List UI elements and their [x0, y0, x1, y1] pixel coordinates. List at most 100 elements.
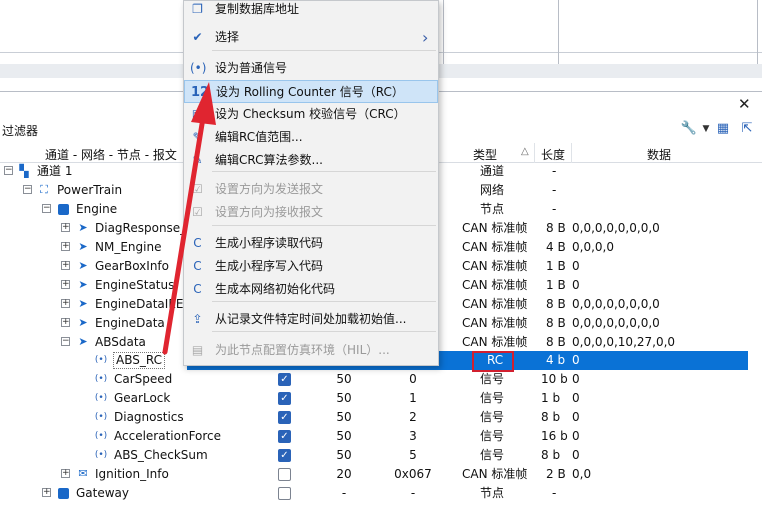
- expand-icon[interactable]: +: [61, 299, 70, 308]
- header-length[interactable]: 长度: [541, 146, 565, 163]
- length-cell: 8 b: [541, 448, 561, 462]
- type-cell: CAN 标准帧: [462, 278, 528, 292]
- tree-row-signal[interactable]: (•) Diagnostics ✓ 50 2 信号 8 b 0: [0, 408, 762, 427]
- type-cell: CAN 标准帧: [462, 259, 528, 273]
- menu-item[interactable]: ✎ 编辑RC值范围...: [184, 126, 438, 149]
- header-path[interactable]: 通道 - 网络 - 节点 - 报文: [45, 146, 177, 163]
- tree-row-signal[interactable]: (•) ABS_CheckSum ✓ 50 5 信号 8 b 0: [0, 446, 762, 465]
- signal-icon: (•): [94, 412, 108, 422]
- menu-item-label: 从记录文件特定时间处加载初始值...: [215, 312, 407, 326]
- wrench-icon[interactable]: 🔧: [680, 120, 698, 138]
- menu-item[interactable]: ✔ 选择 ›: [184, 26, 438, 49]
- menu-item-label: 设为 Rolling Counter 信号（RC）: [216, 85, 404, 99]
- close-icon[interactable]: ✕: [738, 96, 751, 112]
- tree-label: Gateway: [76, 486, 130, 500]
- type-cell: 信号: [480, 372, 505, 386]
- data-cell: 0,0,0,0,0,0,0,0: [572, 316, 660, 330]
- tree-label: GearBoxInfo: [95, 259, 169, 273]
- data-cell: 0,0,0,0,10,27,0,0: [572, 335, 676, 349]
- expand-icon[interactable]: +: [61, 469, 70, 478]
- header-separator[interactable]: [571, 143, 572, 163]
- menu-item[interactable]: ✎ 编辑CRC算法参数...: [184, 149, 438, 172]
- length-cell: -: [552, 202, 557, 216]
- menu-separator: [212, 50, 436, 51]
- enable-checkbox[interactable]: ✓: [278, 449, 291, 462]
- tree-label: AccelerationForce: [114, 429, 222, 443]
- tree-row-signal[interactable]: (•) CarSpeed ✓ 50 0 信号 10 b 0: [0, 370, 762, 389]
- menu-item-label: 编辑RC值范围...: [215, 130, 303, 144]
- menu-item-label: 为此节点配置仿真环境（HIL）...: [215, 343, 390, 357]
- expand-icon[interactable]: +: [42, 488, 51, 497]
- collapse-icon[interactable]: −: [42, 204, 51, 213]
- message-icon: ➤: [78, 335, 88, 348]
- message-icon: ✉: [78, 467, 88, 480]
- message-icon: ➤: [78, 297, 88, 310]
- direction-icon: ☑: [192, 205, 203, 219]
- expand-icon[interactable]: +: [61, 242, 70, 251]
- menu-separator: [212, 225, 436, 226]
- id-cell: 0x067: [394, 467, 432, 481]
- enable-checkbox[interactable]: [278, 468, 291, 481]
- menu-item[interactable]: ▣ 设为 Checksum 校验信号（CRC）: [184, 103, 438, 126]
- header-type[interactable]: 类型: [473, 146, 497, 163]
- collapse-icon[interactable]: −: [4, 166, 13, 175]
- checkbox-icon: ✔: [192, 30, 203, 44]
- type-cell: CAN 标准帧: [462, 221, 528, 235]
- tree-label: EngineData: [95, 316, 165, 330]
- expand-icon[interactable]: +: [61, 223, 70, 232]
- expand-icon[interactable]: +: [61, 261, 70, 270]
- cycle-cell: -: [341, 486, 347, 500]
- tree-row-signal[interactable]: (•) GearLock ✓ 50 1 信号 1 b 0: [0, 389, 762, 408]
- type-cell: 节点: [480, 486, 505, 500]
- menu-item[interactable]: (•) 设为普通信号: [184, 57, 438, 80]
- id-cell: -: [410, 486, 416, 500]
- menu-item[interactable]: C 生成小程序读取代码: [184, 232, 438, 255]
- header-separator[interactable]: [534, 143, 535, 163]
- edit-icon: ✎: [192, 130, 203, 144]
- expand-icon[interactable]: +: [61, 280, 70, 289]
- cycle-cell: 50: [336, 448, 352, 462]
- context-menu[interactable]: ❐ 复制数据库地址 ✔ 选择 › (•) 设为普通信号 12 设为 Rollin…: [183, 0, 439, 366]
- menu-item-label: 设置方向为接收报文: [215, 205, 324, 219]
- tree-row-signal[interactable]: (•) AccelerationForce ✓ 50 3 信号 16 b 0: [0, 427, 762, 446]
- menu-item-label: 设为 Checksum 校验信号（CRC）: [215, 107, 406, 121]
- counter-icon: 12: [191, 85, 210, 100]
- enable-checkbox[interactable]: [278, 487, 291, 500]
- menu-item[interactable]: C 生成小程序写入代码: [184, 255, 438, 278]
- header-data[interactable]: 数据: [647, 146, 671, 163]
- tree-row-node-gateway[interactable]: + Gateway - - 节点 -: [0, 484, 762, 503]
- type-cell: 信号: [480, 410, 505, 424]
- node-icon: [58, 204, 69, 215]
- channel-icon: ▚: [19, 164, 29, 178]
- collapse-icon[interactable]: −: [23, 185, 32, 194]
- signal-icon: (•): [94, 374, 108, 384]
- enable-checkbox[interactable]: ✓: [278, 392, 291, 405]
- expand-icon[interactable]: +: [61, 318, 70, 327]
- menu-item[interactable]: 12 设为 Rolling Counter 信号（RC）: [184, 80, 438, 103]
- chevron-down-icon[interactable]: ▼: [697, 120, 715, 138]
- menu-item[interactable]: ⇪ 从记录文件特定时间处加载初始值...: [184, 308, 438, 331]
- collapse-icon[interactable]: −: [61, 337, 70, 346]
- enable-checkbox[interactable]: ✓: [278, 411, 291, 424]
- menu-item-label: 生成小程序写入代码: [215, 259, 324, 273]
- message-icon: ➤: [78, 240, 88, 253]
- filter-label: 过滤器: [2, 124, 39, 138]
- menu-item-label: 设为普通信号: [215, 61, 288, 75]
- enable-checkbox[interactable]: ✓: [278, 373, 291, 386]
- menu-item[interactable]: C 生成本网络初始化代码: [184, 278, 438, 301]
- menu-item[interactable]: ❐ 复制数据库地址: [184, 0, 438, 21]
- length-cell: 8 B: [546, 316, 566, 330]
- menu-separator: [212, 301, 436, 302]
- export-icon[interactable]: ⇱: [738, 120, 756, 138]
- sort-icon[interactable]: △: [521, 146, 529, 157]
- length-cell: 10 b: [541, 372, 568, 386]
- tree-label: ABS_CheckSum: [114, 448, 208, 462]
- menu-separator: [212, 331, 436, 332]
- data-cell: 0,0: [572, 467, 592, 481]
- table-config-icon[interactable]: ▦: [714, 120, 732, 138]
- tree-label: 通道 1: [37, 164, 73, 178]
- tree-row-message-ignition[interactable]: + ✉ Ignition_Info 20 0x067 CAN 标准帧 2 B 0…: [0, 465, 762, 484]
- type-cell: 信号: [480, 448, 505, 462]
- enable-checkbox[interactable]: ✓: [278, 430, 291, 443]
- type-cell: CAN 标准帧: [462, 297, 528, 311]
